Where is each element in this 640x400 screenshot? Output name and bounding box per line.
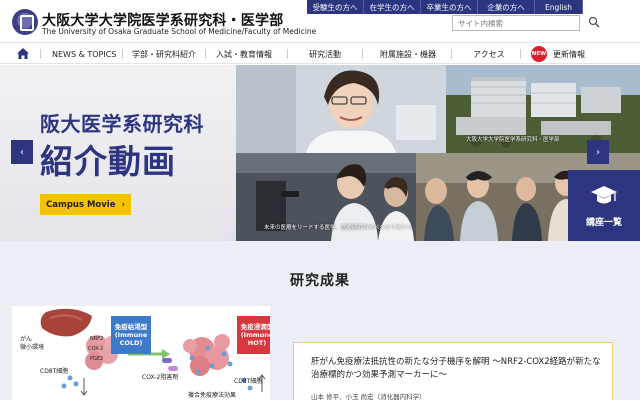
lab-caption: 未来の医療をリードする医学、医療研究のスペシャリストへ <box>264 225 413 231</box>
campus-movie-button[interactable]: Campus Movie › <box>40 194 131 215</box>
tumor-microenvironment-label: がん 微小環境 <box>20 336 45 351</box>
lecture-list-tab[interactable]: 講座一覧 <box>568 170 640 250</box>
photo-campus-aerial: 大阪大学大学院医学系研究科・医学部 <box>446 65 640 153</box>
main-nav: NEWS & TOPICS 学部・研究科紹介 入試・教育情報 研究活動 附属施設… <box>0 42 640 64</box>
slider-next-button[interactable]: › <box>587 140 609 164</box>
home-icon[interactable] <box>16 47 30 60</box>
nav-divider <box>451 49 452 59</box>
immune-cold-label: 免疫枯渇型 (Immune COLD) <box>111 316 151 354</box>
site-title-en[interactable]: The University of Osaka Graduate School … <box>42 27 316 36</box>
article-authors: 山本 修平、小玉 尚宏（消化器内科学） <box>311 393 426 400</box>
new-badge: NEW <box>531 46 547 62</box>
chevron-right-icon: › <box>121 199 126 210</box>
lecture-list-label: 講座一覧 <box>585 218 622 228</box>
photo-researcher-smiling <box>236 65 446 153</box>
audience-link-students[interactable]: 在学生の方へ <box>364 0 421 14</box>
site-search <box>452 15 580 31</box>
search-icon[interactable] <box>588 16 600 28</box>
site-header: 大阪大学大学院医学系研究科・医学部 The University of Osak… <box>0 0 640 40</box>
graduation-cap-icon <box>591 186 617 204</box>
nav-item-admission[interactable]: 入試・教育情報 <box>216 43 272 65</box>
pge2-label: PGE2 <box>90 356 104 362</box>
nav-item-about[interactable]: 学部・研究科紹介 <box>132 43 196 65</box>
cd8t-label-left: CD8T細胞 <box>40 368 69 375</box>
nav-item-research[interactable]: 研究活動 <box>309 43 341 65</box>
nav-item-access[interactable]: アクセス <box>473 43 505 65</box>
nav-divider <box>362 49 363 59</box>
hero-title-line2: 紹介動画 <box>40 142 176 181</box>
nrf2-label: NRF2 <box>90 336 104 342</box>
immune-hot-label: 免疫浸潤型 (Immune HOT) <box>237 316 270 354</box>
language-link-english[interactable]: English <box>535 0 583 14</box>
nav-divider <box>205 49 206 59</box>
hero-title-line1: 阪大医学系研究科 <box>40 112 204 136</box>
research-article-card[interactable]: 肝がん免疫療法抵抗性の新たな分子機序を解明 〜NRF2-COX2経路が新たな治療… <box>293 342 613 400</box>
chevron-left-icon: ‹ <box>20 146 24 158</box>
research-section-title: 研究成果 <box>290 273 350 289</box>
campus-movie-label: Campus Movie <box>45 199 116 210</box>
cox2-inhibitor-label: COX-2阻害剤 <box>142 374 179 381</box>
cd8t-label-right: CD8T細胞 <box>234 378 263 385</box>
nav-item-news[interactable]: NEWS & TOPICS <box>52 43 116 65</box>
combination-therapy-label: 複合免疫療法効果 <box>188 392 237 399</box>
nav-divider <box>40 49 41 59</box>
cox2-label: COX-2 <box>88 346 104 352</box>
audience-link-alumni[interactable]: 卒業生の方へ <box>421 0 478 14</box>
nav-item-facilities[interactable]: 附属施設・機器 <box>380 43 436 65</box>
search-input[interactable] <box>453 16 579 30</box>
page: 大阪大学大学院医学系研究科・医学部 The University of Osak… <box>0 0 640 400</box>
research-figure[interactable]: 免疫枯渇型 (Immune COLD) 免疫浸潤型 (Immune HOT) が… <box>12 306 270 400</box>
slider-prev-button[interactable]: ‹ <box>11 140 33 164</box>
chevron-right-icon: › <box>596 146 600 158</box>
article-title[interactable]: 肝がん免疫療法抵抗性の新たな分子機序を解明 〜NRF2-COX2経路が新たな治療… <box>311 356 607 382</box>
audience-link-applicants[interactable]: 受験生の方へ <box>307 0 364 14</box>
campus-caption: 大阪大学大学院医学系研究科・医学部 <box>466 137 560 143</box>
audience-link-companies[interactable]: 企業の方へ <box>478 0 535 14</box>
photo-lab-microscope: 未来の医療をリードする医学、医療研究のスペシャリストへ <box>236 153 416 241</box>
hero-banner[interactable]: 大阪大学大学院医学系研究科・医学部 未来の医療をリードする医学、医療研究のスペシ… <box>0 65 640 241</box>
university-logo-icon[interactable] <box>12 9 38 35</box>
nav-divider <box>287 49 288 59</box>
nav-item-updates[interactable]: 更新情報 <box>553 43 585 65</box>
nav-divider <box>122 49 123 59</box>
nav-divider <box>520 49 521 59</box>
audience-links: 受験生の方へ 在学生の方へ 卒業生の方へ 企業の方へ English <box>307 0 583 14</box>
